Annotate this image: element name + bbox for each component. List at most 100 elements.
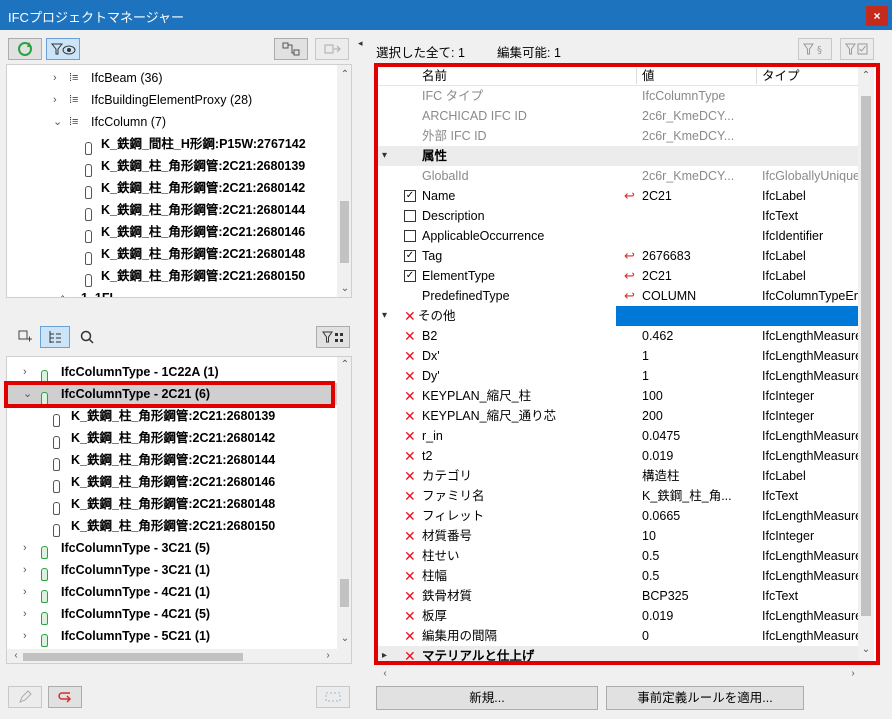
tree-item-column-type[interactable]: › IfcColumnType - 1C22A (1): [7, 361, 337, 384]
tree-item-element[interactable]: K_鉄鋼_間柱_H形鋼:P15W:2767142: [7, 133, 337, 156]
chevron-down-icon[interactable]: ⌄: [41, 287, 50, 297]
tree-item-column-type[interactable]: › IfcColumnType - 4C21 (5): [7, 603, 337, 626]
tree-item-label: IfcColumnType - 4C21 (5): [61, 607, 211, 621]
filter-section-icon: §: [803, 43, 822, 56]
type-group-icon: ⁞≡: [69, 116, 79, 128]
search-button[interactable]: [72, 326, 102, 348]
type-group-icon: ⁞≡: [69, 72, 79, 84]
refresh-icon: [18, 42, 32, 56]
tree-item-column-type[interactable]: › IfcColumnType - 3C21 (1): [7, 559, 337, 582]
add-node-icon: [18, 330, 32, 342]
tree-item-label: IfcBuildingElementProxy (28): [91, 93, 253, 107]
highlight-property-panel: [374, 63, 880, 665]
tree-item-story[interactable]: ⌄ ⌂ 1. 1FL: [7, 287, 337, 298]
type-tree-hscrollbar[interactable]: ‹ ›: [7, 649, 351, 663]
chevron-right-icon[interactable]: ›: [23, 537, 27, 559]
scroll-left-icon[interactable]: ‹: [9, 650, 23, 661]
top-tree-scrollbar[interactable]: ⌃ ⌄: [337, 65, 351, 297]
scroll-up-icon[interactable]: ⌃: [338, 359, 351, 370]
tree-item-column-type[interactable]: › IfcColumnType - 3C21 (5): [7, 537, 337, 560]
refresh-button[interactable]: [8, 38, 42, 60]
close-button[interactable]: ×: [866, 6, 888, 26]
sync-icon: [325, 692, 341, 702]
scroll-down-icon[interactable]: ⌄: [338, 283, 351, 294]
tree-item-type[interactable]: › ⁞≡ IfcBeam (36): [7, 67, 337, 89]
edit-button[interactable]: [8, 686, 42, 708]
tree-item-element[interactable]: K_鉄鋼_柱_角形鋼管:2C21:2680139: [7, 405, 337, 428]
tree-view-toggle[interactable]: [40, 326, 70, 348]
hscroll-thumb[interactable]: [23, 653, 243, 661]
tree-item-label: K_鉄鋼_柱_角形鋼管:2C21:2680146: [101, 225, 306, 239]
filter-grid-icon: [322, 331, 343, 343]
scroll-left-icon[interactable]: ‹: [378, 668, 392, 679]
add-type-button[interactable]: [8, 326, 42, 348]
mapping-arrow-icon: [58, 692, 72, 703]
tree-item-label: K_鉄鋼_間柱_H形鋼:P15W:2767142: [101, 137, 306, 151]
filter-view-button[interactable]: [46, 38, 80, 60]
tree-item-label: K_鉄鋼_柱_角形鋼管:2C21:2680150: [71, 519, 276, 533]
scroll-thumb[interactable]: [340, 201, 349, 263]
chevron-right-icon[interactable]: ›: [23, 361, 27, 383]
chevron-right-icon[interactable]: ›: [53, 89, 57, 111]
hierarchy-icon: [282, 42, 300, 56]
tree-item-type[interactable]: ⌄ ⁞≡ IfcColumn (7): [7, 111, 337, 133]
tree-item-column-type[interactable]: › IfcColumnType - 5C21 (1): [7, 625, 337, 648]
scroll-right-icon[interactable]: ›: [846, 668, 860, 679]
chevron-right-icon[interactable]: ›: [23, 559, 27, 581]
tree-item-label: IfcColumnType - 3C21 (1): [61, 563, 211, 577]
tree-item-element[interactable]: K_鉄鋼_柱_角形鋼管:2C21:2680139: [7, 155, 337, 178]
tree-layout-button[interactable]: [274, 38, 308, 60]
tree-item-label: 1. 1FL: [81, 291, 118, 298]
tree-item-element[interactable]: K_鉄鋼_柱_角形鋼管:2C21:2680148: [7, 243, 337, 266]
tree-item-element[interactable]: K_鉄鋼_柱_角形鋼管:2C21:2680146: [7, 471, 337, 494]
title-bar: IFCプロジェクトマネージャー ×: [0, 0, 892, 30]
filter-rule-button[interactable]: §: [798, 38, 832, 60]
tree-item-label: K_鉄鋼_柱_角形鋼管:2C21:2680142: [71, 431, 276, 445]
scroll-thumb[interactable]: [340, 579, 349, 607]
tree-item-label: K_鉄鋼_柱_角形鋼管:2C21:2680144: [71, 453, 276, 467]
move-button[interactable]: [315, 38, 349, 60]
link-button[interactable]: [48, 686, 82, 708]
search-icon: [80, 330, 94, 344]
tree-item-label: K_鉄鋼_柱_角形鋼管:2C21:2680148: [101, 247, 306, 261]
apply-rules-button[interactable]: 事前定義ルールを適用...: [606, 686, 804, 710]
collapse-splitter-icon[interactable]: ◂: [358, 38, 366, 48]
chevron-right-icon[interactable]: ›: [53, 67, 57, 89]
chevron-right-icon[interactable]: ›: [23, 581, 27, 603]
tree-item-label: IfcBeam (36): [91, 71, 163, 85]
new-button[interactable]: 新規...: [376, 686, 598, 710]
type-group-icon: ⁞≡: [69, 94, 79, 106]
tree-item-label: K_鉄鋼_柱_角形鋼管:2C21:2680148: [71, 497, 276, 511]
tree-item-label: IfcColumnType - 3C21 (5): [61, 541, 211, 555]
tree-item-label: K_鉄鋼_柱_角形鋼管:2C21:2680144: [101, 203, 306, 217]
selected-count: 選択した全て: 1: [376, 46, 465, 60]
tree-item-column-type[interactable]: › IfcColumnType - 4C21 (1): [7, 581, 337, 604]
scroll-right-icon[interactable]: ›: [321, 650, 335, 661]
project-tree-panel: › ⁞≡ IfcBeam (36) › ⁞≡ IfcBuildingElementProx…: [6, 64, 352, 298]
tree-item-label: IfcColumn (7): [91, 115, 167, 129]
scroll-down-icon[interactable]: ⌄: [338, 633, 351, 644]
chevron-right-icon[interactable]: ›: [23, 625, 27, 647]
type-tree-vscrollbar[interactable]: ⌃ ⌄: [337, 357, 351, 649]
tree-item-label: K_鉄鋼_柱_角形鋼管:2C21:2680142: [101, 181, 306, 195]
tree-item-element[interactable]: K_鉄鋼_柱_角形鋼管:2C21:2680142: [7, 177, 337, 200]
tree-item-label: K_鉄鋼_柱_角形鋼管:2C21:2680139: [71, 409, 276, 423]
tree-item-label: IfcColumnType - 4C21 (1): [61, 585, 211, 599]
tree-item-element[interactable]: K_鉄鋼_柱_角形鋼管:2C21:2680144: [7, 449, 337, 472]
tree-item-element[interactable]: K_鉄鋼_柱_角形鋼管:2C21:2680146: [7, 221, 337, 244]
story-icon: ⌂: [59, 291, 67, 298]
chevron-right-icon[interactable]: ›: [23, 603, 27, 625]
tree-item-element[interactable]: K_鉄鋼_柱_角形鋼管:2C21:2680150: [7, 265, 337, 288]
scroll-up-icon[interactable]: ⌃: [338, 69, 351, 80]
tree-item-element[interactable]: K_鉄鋼_柱_角形鋼管:2C21:2680142: [7, 427, 337, 450]
chevron-down-icon[interactable]: ⌄: [53, 111, 62, 133]
move-icon: [324, 44, 341, 54]
tree-item-element[interactable]: K_鉄鋼_柱_角形鋼管:2C21:2680150: [7, 515, 337, 538]
tree-item-label: IfcColumnType - 1C22A (1): [61, 365, 219, 379]
tree-item-type[interactable]: › ⁞≡ IfcBuildingElementProxy (28): [7, 89, 337, 111]
sync-button[interactable]: [316, 686, 350, 708]
tree-item-element[interactable]: K_鉄鋼_柱_角形鋼管:2C21:2680148: [7, 493, 337, 516]
filter-check-button[interactable]: [840, 38, 874, 60]
filter-type-button[interactable]: [316, 326, 350, 348]
tree-item-element[interactable]: K_鉄鋼_柱_角形鋼管:2C21:2680144: [7, 199, 337, 222]
